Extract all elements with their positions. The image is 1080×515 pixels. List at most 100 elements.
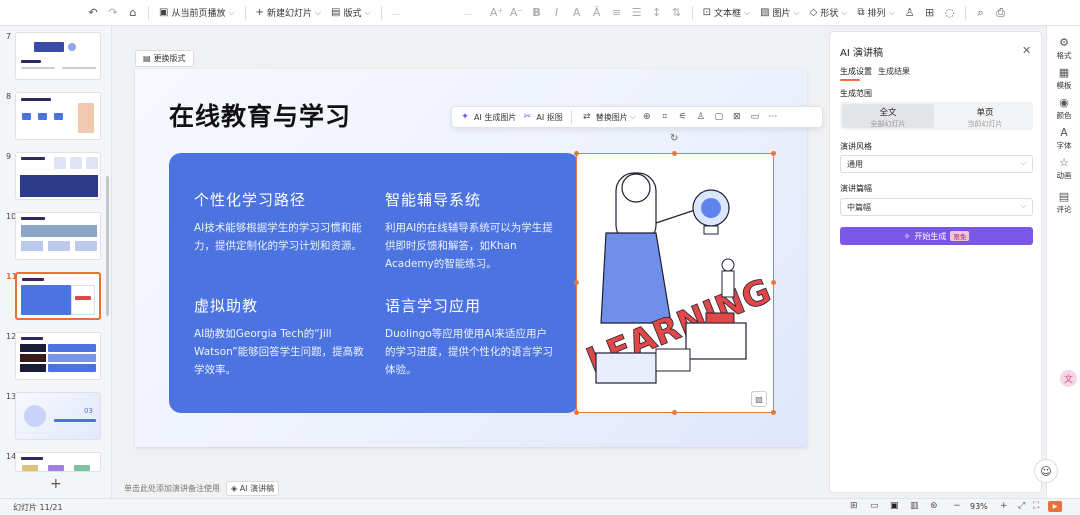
align-icon[interactable]: ≡	[608, 4, 626, 22]
shape-button[interactable]: ◇ 形状 ⌵	[806, 3, 852, 23]
new-slide-button[interactable]: + 新建幻灯片 ⌵	[252, 3, 325, 23]
bold-icon[interactable]: B	[528, 4, 546, 22]
rail-comment[interactable]: ▤ 评论	[1047, 190, 1080, 215]
comment-icon[interactable]: ▭	[748, 112, 762, 122]
add-slide-icon[interactable]: +	[50, 476, 62, 492]
rail-template[interactable]: ▦ 模板	[1047, 66, 1080, 91]
layout-button[interactable]: ▤ 版式 ⌵	[327, 3, 375, 23]
range-option-single[interactable]: 单页 当前幻灯片	[939, 104, 1031, 128]
tab-generate-settings[interactable]: 生成设置	[840, 66, 872, 77]
slide-thumbnail-7[interactable]	[15, 32, 101, 80]
stamp-icon[interactable]: ♙	[901, 4, 919, 22]
start-generate-button[interactable]: ✧ 开始生成 限免	[840, 227, 1033, 245]
feature-block[interactable]: 语言学习应用 Duolingo等应用使用AI来适应用户的学习进度，提供个性化的语…	[385, 295, 555, 379]
zoom-in-icon[interactable]: +	[1000, 501, 1008, 511]
length-select[interactable]: 中篇幅 ⌵	[840, 198, 1033, 216]
fit-screen-icon[interactable]: ⤢	[1018, 501, 1025, 511]
stamp-icon[interactable]: ♙	[694, 112, 708, 122]
rail-format[interactable]: ⚙ 格式	[1047, 36, 1080, 61]
translate-assistant-icon[interactable]: 文	[1060, 370, 1077, 387]
highlight-icon[interactable]: Ā	[588, 4, 606, 22]
slide-thumbnail-12[interactable]	[15, 332, 101, 380]
thumb-title	[21, 337, 43, 340]
rail-font[interactable]: A 字体	[1047, 126, 1080, 151]
resize-handle[interactable]	[672, 410, 677, 415]
crop-icon[interactable]: ⌗	[658, 112, 672, 122]
font-size-select[interactable]: ...	[460, 3, 486, 23]
text-direction-icon[interactable]: ⇅	[668, 4, 686, 22]
resize-handle[interactable]	[574, 410, 579, 415]
increase-font-icon[interactable]: A⁺	[488, 4, 506, 22]
slide-thumbnail-13[interactable]: 03	[15, 392, 101, 440]
resize-handle[interactable]	[672, 151, 677, 156]
feature-block[interactable]: 个性化学习路径 AI技术能够根据学生的学习习惯和能力，提供定制化的学习计划和资源…	[194, 189, 364, 255]
feature-block[interactable]: 虚拟助教 AI助教如Georgia Tech的“Jill Watson”能够回答…	[194, 295, 364, 379]
feature-title: 虚拟助教	[194, 297, 259, 315]
outline-view-icon[interactable]: ▭	[870, 501, 879, 511]
adjust-icon[interactable]: ⚟	[676, 112, 690, 122]
crop-icon[interactable]: ⊞	[921, 4, 939, 22]
arrange-button[interactable]: ⧉ 排列 ⌵	[853, 3, 898, 23]
style-select[interactable]: 通用 ⌵	[840, 155, 1033, 173]
line-spacing-icon[interactable]: ↕	[648, 4, 666, 22]
zoom-icon[interactable]: ⊕	[640, 112, 654, 122]
border-icon[interactable]: ▢	[712, 112, 726, 122]
undo-icon[interactable]: ↶	[84, 4, 102, 22]
thumbnail-scrollbar[interactable]	[106, 176, 109, 316]
more-icon[interactable]: ◌	[941, 4, 959, 22]
play-slideshow-button[interactable]: ▶	[1048, 501, 1062, 512]
image-options-icon[interactable]: ▨	[751, 391, 767, 407]
picture-button[interactable]: ▧ 图片 ⌵	[756, 3, 804, 23]
feature-panel[interactable]: 个性化学习路径 AI技术能够根据学生的学习习惯和能力，提供定制化的学习计划和资源…	[169, 153, 579, 413]
font-name-select[interactable]: ...	[388, 3, 458, 23]
rail-animation[interactable]: ☆ 动画	[1047, 156, 1080, 181]
text-box-button[interactable]: ⊡ 文本框 ⌵	[699, 3, 754, 23]
slide-thumbnail-9[interactable]	[15, 152, 101, 200]
search-icon[interactable]: ⌕	[972, 4, 990, 22]
close-icon[interactable]: ✕	[1022, 44, 1031, 57]
normal-view-icon[interactable]: ▣	[890, 501, 899, 511]
speaker-notes-bar[interactable]: 单击此处添加演讲备注使用 ◈ AI 演讲稿	[124, 481, 280, 496]
range-option-full[interactable]: 全文 全部幻灯片	[842, 104, 934, 128]
globe-icon[interactable]: ⊛	[930, 501, 938, 511]
zoom-level[interactable]: 93%	[970, 502, 988, 511]
rotate-icon[interactable]: ↻	[670, 133, 678, 144]
replace-image-button[interactable]: ⇄ 替换图片 ⌵	[580, 112, 636, 123]
crop-mask-icon[interactable]: ⊠	[730, 112, 744, 122]
feature-block[interactable]: 智能辅导系统 利用AI的在线辅导系统可以为学生提供即时反馈和解答，如Khan A…	[385, 189, 555, 273]
resize-handle[interactable]	[771, 151, 776, 156]
slide-thumbnail-10[interactable]	[15, 212, 101, 260]
slide-thumbnail-8[interactable]	[15, 92, 101, 140]
print-icon[interactable]: ⎙	[992, 4, 1010, 22]
tab-generate-results[interactable]: 生成结果	[878, 66, 910, 77]
ai-speech-button[interactable]: ◈ AI 演讲稿	[226, 481, 280, 496]
thumb-shape	[24, 405, 46, 427]
decrease-font-icon[interactable]: A⁻	[508, 4, 526, 22]
change-layout-button[interactable]: ▤ 更换版式	[135, 50, 194, 67]
reading-view-icon[interactable]: ▥	[910, 501, 919, 511]
feature-body: AI技术能够根据学生的学习习惯和能力，提供定制化的学习计划和资源。	[194, 222, 362, 252]
resize-handle[interactable]	[771, 410, 776, 415]
font-color-icon[interactable]: A	[568, 4, 586, 22]
image-selection-box[interactable]	[576, 153, 774, 413]
assistant-avatar-icon[interactable]: ☺	[1034, 459, 1058, 483]
grid-view-icon[interactable]: ⊞	[850, 501, 858, 511]
more-options-icon[interactable]: ⋯	[766, 112, 780, 122]
resize-handle[interactable]	[574, 151, 579, 156]
resize-handle[interactable]	[771, 280, 776, 285]
list-icon[interactable]: ☰	[628, 4, 646, 22]
rail-color[interactable]: ◉ 颜色	[1047, 96, 1080, 121]
format-painter-icon[interactable]: ⌂	[124, 4, 142, 22]
ai-generate-image-button[interactable]: ✦ AI 生成图片	[458, 112, 516, 123]
redo-icon[interactable]: ↷	[104, 4, 122, 22]
resize-handle[interactable]	[574, 280, 579, 285]
italic-icon[interactable]: I	[548, 4, 566, 22]
play-from-current-button[interactable]: ▣ 从当前页播放 ⌵	[155, 3, 239, 23]
slide-thumbnail-11[interactable]	[15, 272, 101, 320]
zoom-out-icon[interactable]: −	[953, 501, 961, 511]
slide-title[interactable]: 在线教育与学习	[169, 97, 351, 133]
fullscreen-icon[interactable]: ⛶	[1033, 501, 1039, 511]
thumb-shape	[74, 465, 90, 471]
ai-cutout-button[interactable]: ✂ AI 抠图	[520, 112, 563, 123]
slide-thumbnail-14[interactable]	[15, 452, 101, 472]
